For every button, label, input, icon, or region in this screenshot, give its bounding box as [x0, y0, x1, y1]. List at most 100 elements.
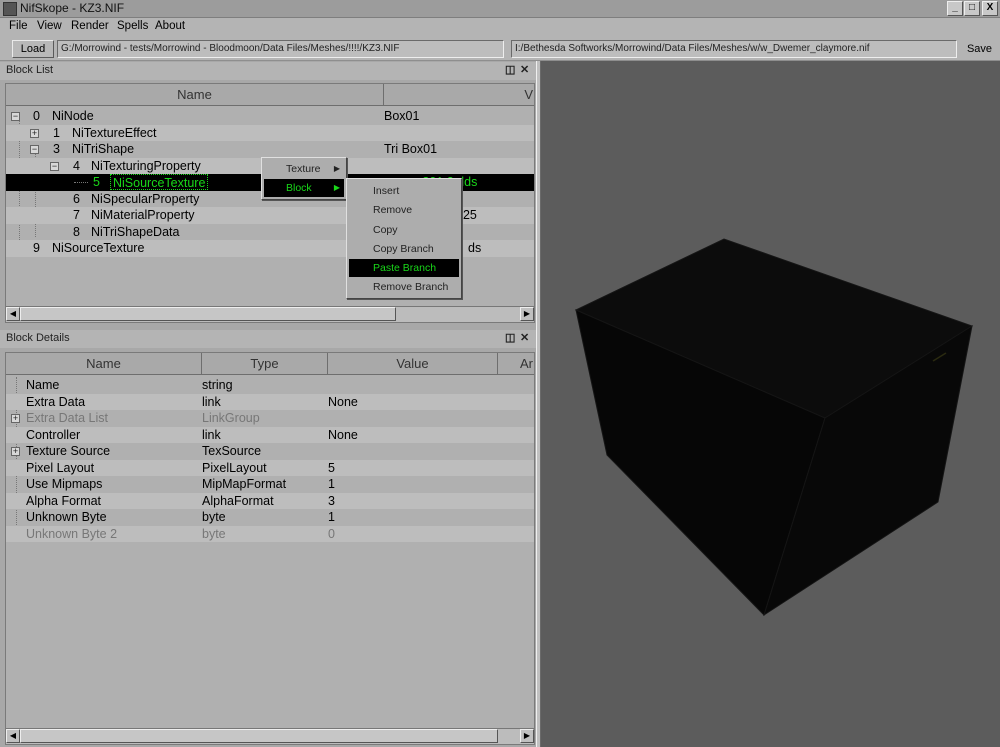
plus-icon[interactable]: + — [11, 447, 20, 456]
scroll-left-arrow-icon[interactable]: ◀ — [6, 729, 20, 743]
tree-row[interactable]: − 0 NiNode Box01 — [6, 108, 534, 125]
scroll-right-arrow-icon[interactable]: ▶ — [520, 307, 534, 321]
field-name: Unknown Byte — [26, 510, 107, 524]
menu-item-paste-branch[interactable]: Paste Branch — [349, 259, 459, 277]
tree-guide — [74, 182, 88, 183]
menu-view[interactable]: View — [37, 20, 62, 32]
detail-row[interactable]: Extra Data link None — [6, 393, 534, 410]
block-number: 5 — [93, 175, 100, 189]
block-name: NiSpecularProperty — [91, 191, 200, 206]
detail-row[interactable]: Name string — [6, 377, 534, 394]
field-type: byte — [202, 526, 226, 541]
maximize-button[interactable]: □ — [964, 1, 980, 16]
field-type: TexSource — [202, 444, 262, 458]
block-number: 4 — [73, 158, 80, 173]
plus-icon[interactable]: + — [30, 128, 39, 138]
detail-row[interactable]: Use Mipmaps MipMapFormat 1 — [6, 476, 534, 493]
scroll-thumb[interactable] — [20, 729, 498, 743]
field-type: AlphaFormat — [202, 493, 274, 508]
block-list-header: Block List ◫ ✕ — [0, 62, 536, 80]
title-bar: NifSkope - KZ3.NIF _ □ X — [0, 0, 1000, 18]
detail-row[interactable]: Controller link None — [6, 426, 534, 443]
column-header-value[interactable]: V — [384, 84, 534, 106]
field-value[interactable]: None — [328, 394, 358, 410]
close-icon[interactable]: ✕ — [520, 330, 529, 347]
close-icon[interactable]: ✕ — [520, 62, 529, 79]
field-type: LinkGroup — [202, 411, 260, 425]
detail-row[interactable]: Pixel Layout PixelLayout 5 — [6, 459, 534, 476]
minus-icon[interactable]: − — [30, 145, 39, 154]
field-type: byte — [202, 510, 226, 524]
menu-item-copy-branch[interactable]: Copy Branch — [349, 240, 459, 258]
block-name: NiTriShape — [72, 142, 135, 156]
scroll-left-arrow-icon[interactable]: ◀ — [6, 307, 20, 321]
block-name: NiSourceTexture — [110, 174, 209, 190]
context-menu: Texture ▶ Block ▶ — [261, 157, 347, 200]
menu-item-texture[interactable]: Texture ▶ — [264, 160, 344, 178]
minus-icon[interactable]: − — [50, 161, 59, 171]
menu-item-remove[interactable]: Remove — [349, 201, 459, 219]
tree-row[interactable]: − 3 NiTriShape Tri Box01 — [6, 141, 534, 158]
field-value[interactable]: 1 — [328, 509, 335, 525]
menu-about[interactable]: About — [155, 20, 185, 32]
field-name: Name — [26, 378, 60, 392]
block-number: 1 — [53, 125, 60, 140]
detail-row[interactable]: Unknown Byte 2 byte 0 — [6, 525, 534, 542]
float-icon[interactable]: ◫ — [505, 62, 515, 79]
field-type: PixelLayout — [202, 460, 267, 475]
float-icon[interactable]: ◫ — [505, 330, 515, 347]
detail-row[interactable]: Alpha Format AlphaFormat 3 — [6, 492, 534, 509]
field-value[interactable]: 0 — [328, 526, 335, 542]
menu-item-block[interactable]: Block ▶ — [264, 179, 344, 197]
field-type: MipMapFormat — [202, 477, 287, 491]
menu-spells[interactable]: Spells — [117, 20, 148, 32]
column-header-name[interactable]: Name — [6, 353, 202, 375]
field-value[interactable]: 5 — [328, 460, 335, 476]
menu-item-insert[interactable]: Insert — [349, 182, 459, 200]
scroll-thumb[interactable] — [20, 307, 396, 321]
column-header-name[interactable]: Name — [6, 84, 384, 106]
load-button[interactable]: Load — [12, 40, 54, 58]
menu-item-remove-branch[interactable]: Remove Branch — [349, 278, 459, 296]
detail-row[interactable]: Unknown Byte byte 1 — [6, 509, 534, 526]
detail-row[interactable]: + Extra Data List LinkGroup — [6, 410, 534, 427]
block-number: 8 — [73, 224, 80, 239]
save-button[interactable]: Save — [961, 40, 998, 58]
menu-bar: File View Render Spells About — [0, 18, 1000, 37]
field-value[interactable]: 1 — [328, 476, 335, 492]
menu-item-label: Texture — [286, 163, 321, 175]
menu-item-copy[interactable]: Copy — [349, 221, 459, 239]
close-window-button[interactable]: X — [982, 1, 998, 16]
field-name: Use Mipmaps — [26, 477, 103, 491]
menu-file[interactable]: File — [9, 20, 28, 32]
menu-render[interactable]: Render — [71, 20, 109, 32]
render-viewport[interactable] — [541, 61, 1000, 747]
field-name: Pixel Layout — [26, 460, 95, 475]
load-path-input[interactable]: G:/Morrowind - tests/Morrowind - Bloodmo… — [57, 40, 504, 58]
tree-row[interactable]: + 1 NiTextureEffect — [6, 124, 534, 141]
block-list-hscrollbar[interactable]: ◀ ▶ — [6, 306, 534, 322]
detail-row[interactable]: + Texture Source TexSource — [6, 443, 534, 460]
block-value: ds — [468, 241, 482, 255]
column-header-args[interactable]: Ar — [498, 353, 534, 375]
minimize-button[interactable]: _ — [947, 1, 963, 16]
column-header-value[interactable]: Value — [328, 353, 498, 375]
block-details-tree[interactable]: Name Type Value Ar Name string Extra Dat… — [5, 352, 535, 745]
block-number: 9 — [33, 241, 40, 255]
field-name: Extra Data — [26, 394, 86, 409]
save-path-input[interactable]: I:/Bethesda Softworks/Morrowind/Data Fil… — [511, 40, 957, 58]
field-name: Controller — [26, 427, 81, 442]
block-submenu: Insert Remove Copy Copy Branch Paste Bra… — [346, 178, 462, 299]
minus-icon[interactable]: − — [11, 112, 20, 121]
plus-icon[interactable]: + — [11, 414, 20, 423]
block-details-header: Block Details ◫ ✕ — [0, 330, 536, 348]
field-value[interactable]: 3 — [328, 493, 335, 509]
block-name: NiTexturingProperty — [91, 158, 201, 173]
block-details-hscrollbar[interactable]: ◀ ▶ — [6, 728, 534, 744]
field-name: Texture Source — [26, 444, 111, 458]
field-name: Alpha Format — [26, 493, 102, 508]
column-header-type[interactable]: Type — [202, 353, 328, 375]
field-type: string — [202, 378, 233, 392]
scroll-right-arrow-icon[interactable]: ▶ — [520, 729, 534, 743]
field-value[interactable]: None — [328, 427, 358, 443]
